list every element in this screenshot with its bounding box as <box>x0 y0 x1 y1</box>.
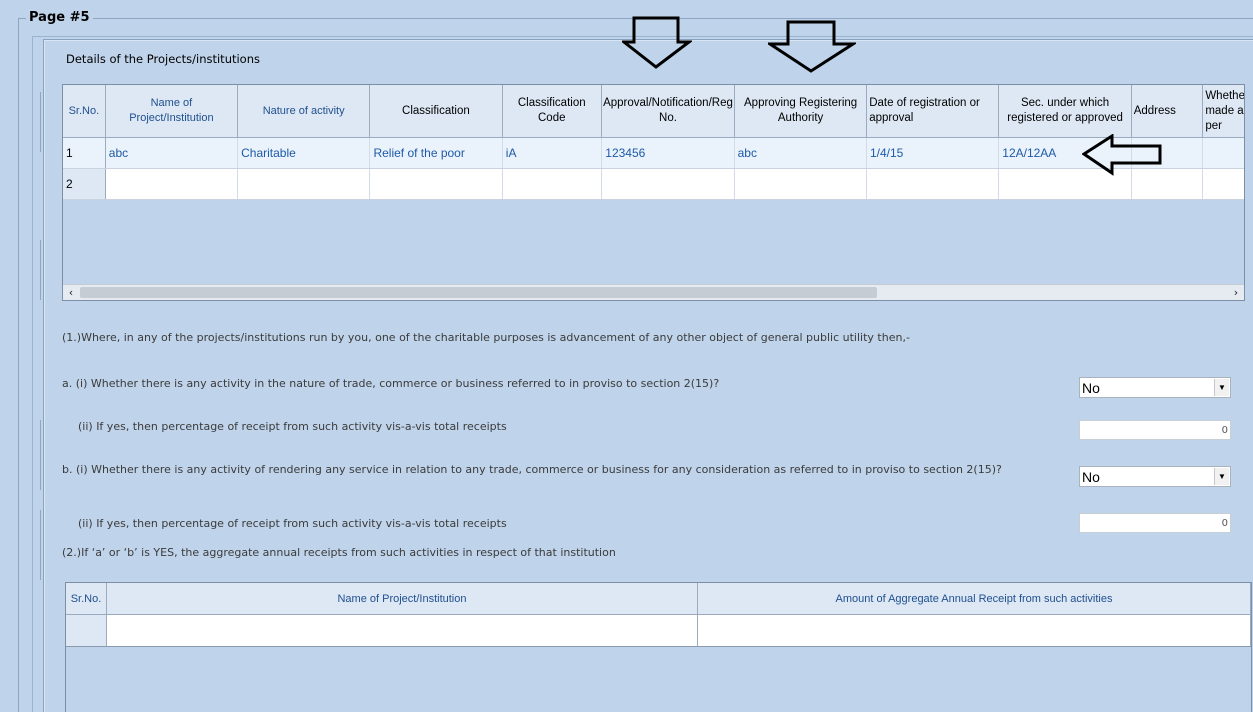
background-divider <box>40 420 41 490</box>
col-header-classification-code[interactable]: Classification Code <box>503 85 602 137</box>
cell-classification[interactable] <box>370 169 503 199</box>
cell-classification-code[interactable]: iA <box>502 138 603 168</box>
col-header-aggregate-receipt[interactable]: Amount of Aggregate Annual Receipt from … <box>698 583 1251 614</box>
col-header-project-name[interactable]: Name of Project/Institution <box>106 85 239 137</box>
col-header-approval-no[interactable]: Approval/Notification/Reg No. <box>602 85 735 137</box>
cell-classification-code[interactable] <box>503 169 603 199</box>
background-divider <box>40 92 41 152</box>
question-1-intro: (1.)Where, in any of the projects/instit… <box>62 331 910 344</box>
projects-grid-header: Sr.No. Name of Project/Institution Natur… <box>63 85 1244 138</box>
col-header-srno[interactable]: Sr.No. <box>66 583 107 614</box>
cell-approving-authority[interactable]: abc <box>734 138 867 168</box>
down-arrow-icon <box>768 20 856 73</box>
projects-dialog: Details of the Projects/institutions Sr.… <box>44 40 1253 712</box>
receipts-grid: Sr.No. Name of Project/Institution Amoun… <box>65 582 1252 712</box>
cell-date-of-registration[interactable]: 1/4/15 <box>866 138 1000 168</box>
cell-date-of-registration[interactable] <box>867 169 1000 199</box>
question-b-ii-label: (ii) If yes, then percentage of receipt … <box>78 517 507 530</box>
table-row[interactable] <box>66 615 1251 647</box>
page-title: Page #5 <box>26 10 93 25</box>
cell-project-name[interactable] <box>107 615 698 646</box>
cell-nature-of-activity[interactable] <box>238 169 371 199</box>
scroll-right-icon[interactable]: › <box>1228 285 1244 300</box>
background-divider <box>40 510 41 580</box>
question-a-ii-label: (ii) If yes, then percentage of receipt … <box>78 420 507 433</box>
question-a-i-value: No <box>1082 379 1100 396</box>
cell-whether-made[interactable] <box>1203 169 1244 199</box>
col-header-srno[interactable]: Sr.No. <box>63 85 106 137</box>
table-row[interactable]: 1 abc Charitable Relief of the poor iA 1… <box>63 138 1244 169</box>
col-header-project-name[interactable]: Name of Project/Institution <box>107 583 698 614</box>
question-b-i-select[interactable]: No ▼ <box>1079 466 1231 487</box>
cell-classification[interactable]: Relief of the poor <box>370 138 503 168</box>
cell-srno[interactable] <box>66 615 107 646</box>
col-header-nature-of-activity[interactable]: Nature of activity <box>238 85 371 137</box>
col-header-address[interactable]: Address <box>1132 85 1204 137</box>
cell-approving-authority[interactable] <box>735 169 867 199</box>
table-row[interactable]: 2 <box>63 169 1244 200</box>
receipts-grid-header: Sr.No. Name of Project/Institution Amoun… <box>66 583 1251 615</box>
col-header-whether-made[interactable]: Whether made as per <box>1203 85 1244 137</box>
cell-approval-no[interactable]: 123456 <box>602 138 735 168</box>
background-divider <box>40 240 41 300</box>
scrollbar-thumb[interactable] <box>80 287 877 298</box>
chevron-down-icon[interactable]: ▼ <box>1214 468 1229 485</box>
question-a-i-label: a. (i) Whether there is any activity in … <box>62 377 720 390</box>
question-a-ii-input[interactable]: 0 <box>1079 420 1231 440</box>
down-arrow-icon <box>622 16 692 69</box>
horizontal-scrollbar[interactable]: ‹ › <box>63 284 1244 300</box>
cell-srno[interactable]: 2 <box>63 169 106 199</box>
question-b-i-value: No <box>1082 468 1100 485</box>
cell-project-name[interactable]: abc <box>105 138 239 168</box>
col-header-section[interactable]: Sec. under which registered or approved <box>999 85 1132 137</box>
dialog-title: Details of the Projects/institutions <box>66 52 261 66</box>
chevron-down-icon[interactable]: ▼ <box>1214 379 1229 396</box>
cell-aggregate-receipt[interactable] <box>698 615 1251 646</box>
question-b-i-label: b. (i) Whether there is any activity of … <box>62 463 1002 476</box>
projects-grid: Sr.No. Name of Project/Institution Natur… <box>62 84 1245 301</box>
cell-whether-made[interactable] <box>1203 138 1244 168</box>
question-2-intro: (2.)If ‘a’ or ‘b’ is YES, the aggregate … <box>62 546 616 559</box>
cell-project-name[interactable] <box>106 169 239 199</box>
col-header-approving-authority[interactable]: Approving Registering Authority <box>735 85 868 137</box>
col-header-classification[interactable]: Classification <box>370 85 503 137</box>
left-arrow-icon <box>1082 134 1162 176</box>
question-a-i-select[interactable]: No ▼ <box>1079 377 1231 398</box>
cell-approval-no[interactable] <box>602 169 735 199</box>
question-b-ii-input[interactable]: 0 <box>1079 513 1231 533</box>
cell-srno[interactable]: 1 <box>63 138 106 168</box>
col-header-date-of-registration[interactable]: Date of registration or approval <box>867 85 1000 137</box>
scroll-left-icon[interactable]: ‹ <box>63 285 79 300</box>
cell-nature-of-activity[interactable]: Charitable <box>238 138 371 168</box>
